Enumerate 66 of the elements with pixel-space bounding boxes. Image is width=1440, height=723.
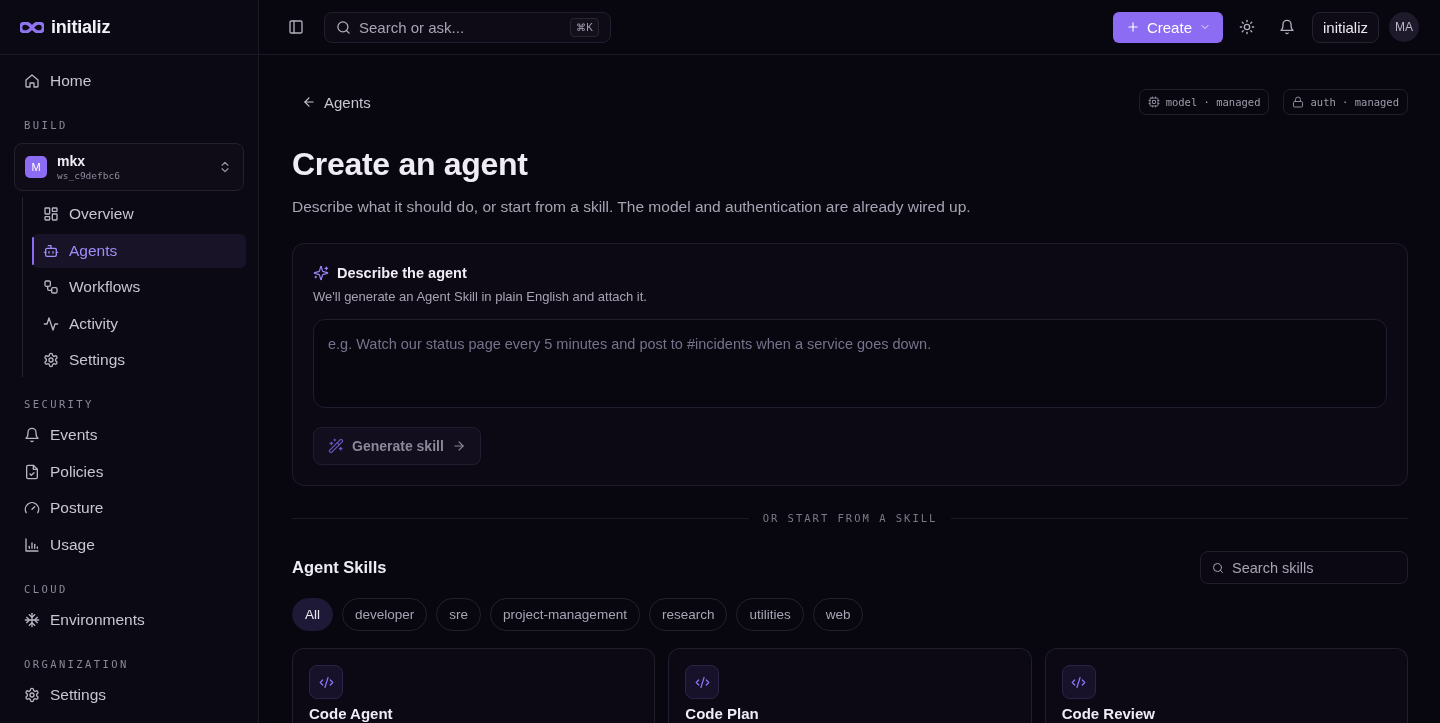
nav-item[interactable]: Home — [14, 64, 244, 98]
panel-icon[interactable] — [288, 19, 304, 35]
robot-icon — [43, 242, 59, 259]
back-link[interactable]: Agents — [292, 89, 371, 115]
prompt-field[interactable]: e.g. Watch our status page every 5 minutes and post to #incidents when a service goes down. — [313, 319, 1387, 408]
section-heading: BUILD — [23, 118, 69, 133]
plus-icon — [1125, 20, 1140, 34]
sun-icon[interactable] — [1239, 19, 1255, 35]
skill-card[interactable]: Code Plan — [668, 648, 1032, 723]
sparkles-icon — [313, 265, 329, 281]
search-icon — [336, 19, 351, 35]
bell-icon — [24, 427, 40, 443]
filter-chip[interactable]: All — [292, 598, 333, 631]
magic-wand-icon — [328, 438, 344, 454]
workspace-button[interactable]: initializ — [1312, 11, 1379, 43]
skill-card[interactable]: Code Review — [1044, 648, 1408, 723]
home-icon — [24, 73, 40, 89]
code-icon — [309, 665, 343, 699]
card-title: Describe the agent — [337, 265, 467, 281]
code-icon — [1061, 665, 1096, 699]
app-name: initializ — [51, 16, 111, 38]
nav-item[interactable]: Policies — [14, 454, 244, 489]
nav-item[interactable]: Posture — [14, 491, 244, 525]
settings-icon — [24, 686, 40, 703]
badge-label: model · managed — [1165, 96, 1261, 108]
snowflake-icon — [24, 611, 40, 628]
card-hint: We'll generate an Agent Skill in plain English and attach it. — [313, 288, 647, 306]
nav-item[interactable]: Workflows — [32, 270, 246, 304]
nav-item[interactable]: Settings — [14, 677, 244, 712]
divider-label: OR START FROM A SKILL — [761, 512, 939, 524]
nav-item[interactable]: Environments — [14, 602, 244, 637]
nav-item[interactable]: Events — [14, 418, 244, 452]
gauge-icon — [24, 500, 40, 516]
user-avatar[interactable]: MA — [1389, 12, 1419, 42]
document-check-icon — [24, 463, 40, 480]
section-heading: SECURITY — [23, 397, 95, 412]
nav-item[interactable]: Agents — [32, 233, 246, 268]
section-heading: CLOUD — [23, 581, 69, 597]
bell-icon[interactable] — [1279, 19, 1295, 35]
search-field[interactable]: Search skills — [1200, 551, 1408, 584]
workflow-icon — [43, 279, 59, 295]
logo-icon — [20, 21, 44, 33]
skill-card[interactable]: Code Agent — [292, 648, 656, 723]
workspace-selector[interactable]: M mkx ws_c9defbc6 — [14, 143, 244, 191]
code-icon — [685, 665, 720, 699]
section-heading: ORGANIZATION — [23, 656, 130, 672]
nav-item[interactable]: Overview — [32, 197, 246, 231]
nav-item[interactable]: Activity — [32, 306, 246, 341]
section-title: Agent Skills — [292, 558, 387, 577]
activity-icon — [43, 315, 59, 332]
badge-label: auth · managed — [1310, 96, 1399, 108]
lock-icon — [1292, 96, 1305, 108]
page-title: Create an agent — [292, 145, 529, 184]
workspace-id: ws_c9defbc6 — [57, 170, 121, 181]
create-button[interactable]: Create — [1112, 11, 1223, 43]
chip-icon — [1147, 96, 1160, 108]
nav-item[interactable]: Usage — [14, 527, 244, 562]
page-subtitle: Describe what it should do, or start from a skill. The model and authentication are already wired up. — [292, 197, 972, 217]
bar-chart-icon — [24, 536, 40, 553]
workspace-name: mkx — [57, 153, 87, 169]
grid-icon — [43, 206, 59, 222]
nav-item[interactable]: Settings — [32, 343, 246, 377]
settings-icon — [43, 352, 59, 368]
arrow-right-icon — [451, 439, 466, 453]
search-icon — [1212, 562, 1224, 574]
workspace-avatar: M — [25, 156, 47, 178]
